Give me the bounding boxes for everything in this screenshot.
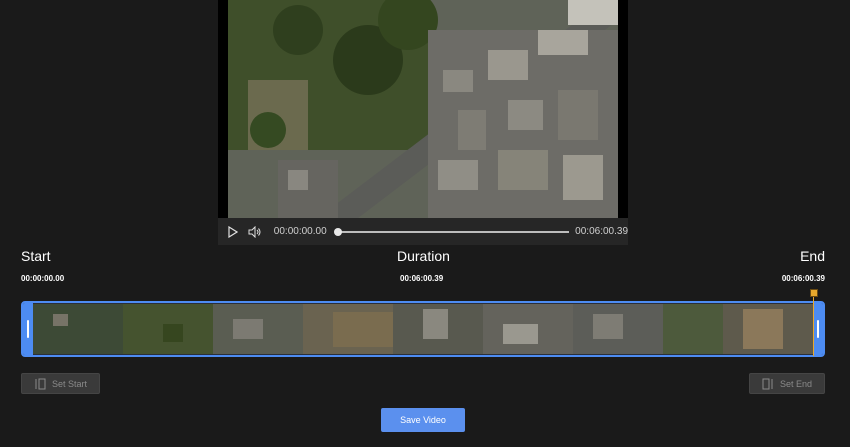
set-start-label: Set Start	[51, 378, 87, 389]
player-controls: 00:00:00.00 00:06:00.39	[218, 218, 628, 245]
filmstrip-thumbnails	[33, 304, 813, 354]
trim-timeline[interactable]	[21, 301, 825, 357]
set-start-icon	[35, 378, 46, 389]
start-label: Start	[21, 248, 51, 264]
grip-icon	[817, 320, 819, 338]
set-end-button[interactable]: Set End	[749, 373, 825, 394]
end-time-value: 00:06:00.39	[781, 274, 825, 283]
duration-value: 00:06:00.39	[400, 274, 444, 283]
trim-end-handle[interactable]	[813, 303, 823, 355]
seek-bar[interactable]	[333, 227, 570, 236]
volume-icon[interactable]	[248, 225, 262, 239]
playhead-line	[813, 296, 814, 356]
trim-start-handle[interactable]	[23, 303, 33, 355]
end-label: End	[800, 248, 825, 264]
play-icon[interactable]	[226, 225, 240, 239]
start-time-value: 00:00:00.00	[21, 274, 65, 283]
aerial-city-video-frame	[228, 0, 618, 218]
seek-thumb[interactable]	[333, 227, 342, 236]
set-end-label: Set End	[779, 378, 813, 389]
total-time: 00:06:00.39	[575, 226, 628, 237]
set-start-button[interactable]: Set Start	[21, 373, 100, 394]
playhead-marker[interactable]	[810, 289, 818, 297]
set-end-icon	[762, 378, 773, 389]
save-video-button[interactable]: Save Video	[381, 408, 465, 432]
grip-icon	[27, 320, 29, 338]
video-preview[interactable]	[218, 0, 628, 218]
duration-label: Duration	[397, 248, 450, 264]
current-time: 00:00:00.00	[273, 226, 327, 237]
